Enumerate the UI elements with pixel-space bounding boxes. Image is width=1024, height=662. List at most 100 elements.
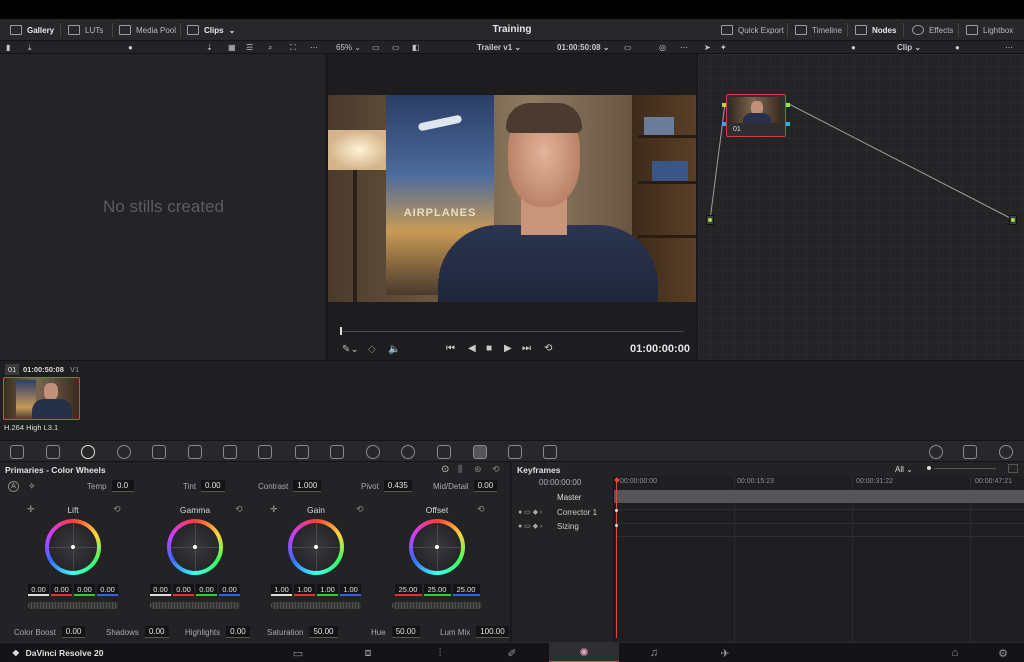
lum-mix-value[interactable]: 100.00 xyxy=(476,626,509,638)
gain-r[interactable]: 1.00 xyxy=(294,584,315,596)
keyframes-options-icon[interactable] xyxy=(1008,464,1018,473)
gain-wheel[interactable] xyxy=(288,519,344,575)
first-frame-icon[interactable]: ⏮ xyxy=(446,343,455,354)
gamma-g[interactable]: 0.00 xyxy=(196,584,217,596)
auto-balance-icon[interactable]: A xyxy=(8,481,19,492)
color-boost-param[interactable]: Color Boost 0.00 xyxy=(14,626,86,638)
effects-button[interactable]: Effects xyxy=(912,19,953,41)
color-warper-icon[interactable] xyxy=(258,445,272,459)
wheels-mode-icon[interactable]: ⊙ xyxy=(441,464,449,475)
lift-wheel[interactable] xyxy=(45,519,101,575)
master-track-bar[interactable] xyxy=(614,490,1024,503)
viewer-mode-icon[interactable]: ▭ xyxy=(624,41,632,54)
saturation-param[interactable]: Saturation 50.00 xyxy=(267,626,338,638)
stop-icon[interactable]: ■ xyxy=(486,343,492,354)
timeline-button[interactable]: Timeline xyxy=(795,19,842,41)
gamma-y[interactable]: 0.00 xyxy=(150,584,171,596)
shadows-value[interactable]: 0.00 xyxy=(144,626,169,638)
wand-icon[interactable]: ✧ xyxy=(28,481,36,492)
color-picker-icon[interactable]: ✎⌄ xyxy=(342,344,359,355)
tracker-icon[interactable] xyxy=(401,445,415,459)
keyframe-dot[interactable] xyxy=(615,524,618,527)
nodes-button[interactable]: Nodes xyxy=(855,19,896,41)
gain-reset-icon[interactable]: ⟲ xyxy=(356,504,364,515)
sizing-track-controls[interactable]: ● ▭ ◆ › xyxy=(518,522,542,530)
more-options-icon[interactable]: ⋯ xyxy=(1005,41,1013,54)
timeline-selector[interactable]: Trailer v1 ⌄ xyxy=(477,41,521,54)
gain-master-wheel[interactable] xyxy=(271,602,361,609)
source-input-port[interactable] xyxy=(706,215,714,225)
lift-b[interactable]: 0.00 xyxy=(97,584,118,596)
color-page-button[interactable]: ✺ xyxy=(549,643,619,662)
cut-page-button[interactable]: ⧈ xyxy=(333,643,403,662)
tint-param[interactable]: Tint 0.00 xyxy=(183,480,225,492)
more-options-icon[interactable]: ⋯ xyxy=(680,41,688,54)
highlights-value[interactable]: 0.00 xyxy=(226,626,250,638)
node-key-input-port[interactable] xyxy=(722,122,726,126)
highlights-param[interactable]: Highlights 0.00 xyxy=(185,626,250,638)
gain-b[interactable]: 1.00 xyxy=(340,584,361,596)
quick-export-button[interactable]: Quick Export xyxy=(721,19,784,41)
window-icon[interactable] xyxy=(366,445,380,459)
gamma-wheel[interactable] xyxy=(167,519,223,575)
video-frame[interactable]: AIRPLANES xyxy=(328,95,696,302)
node-tools-icon[interactable]: ✦ xyxy=(720,41,727,54)
sizing-icon[interactable] xyxy=(543,445,557,459)
keyframes-filter-dropdown[interactable]: All ⌄ xyxy=(895,465,913,474)
eyedropper-icon[interactable] xyxy=(330,445,344,459)
clip-thumbnail[interactable] xyxy=(3,377,80,420)
keyframes-zoom-handle[interactable] xyxy=(927,466,931,470)
layers-icon[interactable]: ◇ xyxy=(368,344,376,355)
keyframes-zoom-slider[interactable] xyxy=(934,468,996,469)
mid-detail-param[interactable]: Mid/Detail 0.00 xyxy=(433,480,498,492)
search-icon[interactable]: ⌕ xyxy=(268,41,272,54)
play-icon[interactable]: ▶ xyxy=(504,343,512,354)
offset-g[interactable]: 25.00 xyxy=(423,584,451,596)
output-port[interactable] xyxy=(1009,215,1017,225)
color-wheels-icon[interactable] xyxy=(81,445,95,459)
node-01[interactable]: 01 xyxy=(726,94,786,137)
pivot-value[interactable]: 0.435 xyxy=(383,480,412,492)
side-by-side-icon[interactable]: ◧ xyxy=(412,41,420,54)
qualifier-icon[interactable] xyxy=(295,445,309,459)
magic-mask-icon[interactable] xyxy=(437,445,451,459)
hue-value[interactable]: 50.00 xyxy=(391,626,420,638)
node-input-port[interactable] xyxy=(722,103,726,107)
deliver-page-button[interactable]: ✈ xyxy=(690,643,760,662)
lift-y[interactable]: 0.00 xyxy=(28,584,49,596)
luts-button[interactable]: LUTs xyxy=(68,19,103,41)
gamma-b[interactable]: 0.00 xyxy=(219,584,240,596)
zoom-dropdown[interactable]: 65% ⌄ xyxy=(336,41,361,54)
motion-effects-icon[interactable] xyxy=(188,445,202,459)
sort-icon[interactable]: ⇣ xyxy=(206,41,213,54)
split-view-icon[interactable]: ▭ xyxy=(372,41,380,54)
list-view-icon[interactable]: ☰ xyxy=(246,41,253,54)
media-page-button[interactable]: ▭ xyxy=(263,643,333,662)
keyframes-timeline-area[interactable] xyxy=(614,476,1024,642)
pointer-icon[interactable]: ➤ xyxy=(704,41,711,54)
loop-icon[interactable]: ⟲ xyxy=(544,343,552,354)
lift-reset-icon[interactable]: ⟲ xyxy=(113,504,121,515)
temp-value[interactable]: 0.0 xyxy=(111,480,134,492)
contrast-param[interactable]: Contrast 1.000 xyxy=(258,480,322,492)
color-match-icon[interactable] xyxy=(46,445,60,459)
keyframe-dot[interactable] xyxy=(615,509,618,512)
gamma-master-wheel[interactable] xyxy=(150,602,240,609)
temp-param[interactable]: Temp 0.0 xyxy=(87,480,134,492)
info-icon[interactable] xyxy=(999,445,1013,459)
track-master[interactable]: Master xyxy=(557,493,581,502)
log-mode-icon[interactable]: ⊛ xyxy=(474,464,482,475)
clip-mode-dropdown[interactable]: Clip ⌄ xyxy=(897,41,921,54)
panel-toggle-icon[interactable]: ▮ xyxy=(6,41,10,54)
corrector-track-controls[interactable]: ● ▭ ◆ › xyxy=(518,508,542,516)
gain-g[interactable]: 1.00 xyxy=(317,584,338,596)
gamma-reset-icon[interactable]: ⟲ xyxy=(235,504,243,515)
offset-reset-icon[interactable]: ⟲ xyxy=(477,504,485,515)
offset-r[interactable]: 25.00 xyxy=(394,584,422,596)
home-button[interactable]: ⌂ xyxy=(940,643,970,662)
grid-view-icon[interactable]: ▦ xyxy=(228,41,236,54)
lift-r[interactable]: 0.00 xyxy=(51,584,72,596)
fusion-page-button[interactable]: ✐ xyxy=(477,643,547,662)
scrub-bar[interactable] xyxy=(340,331,684,332)
track-sizing[interactable]: Sizing xyxy=(557,522,579,531)
